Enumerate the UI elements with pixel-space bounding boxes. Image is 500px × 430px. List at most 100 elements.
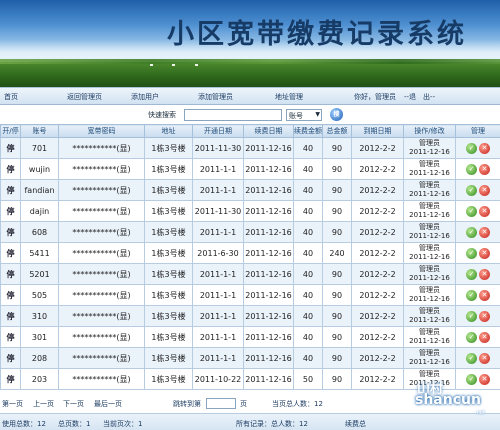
pager-first-link[interactable]: 第一页: [2, 399, 23, 409]
status-cell[interactable]: 停: [0, 137, 21, 159]
expire-date-cell: 2012-2-2: [351, 221, 404, 243]
edit-icon[interactable]: ✓: [466, 226, 477, 238]
open-date-cell: 2011-1-1: [192, 158, 244, 180]
operator-date: 2011-12-16: [409, 337, 450, 345]
open-date-cell: 2011-1-1: [192, 179, 244, 201]
password-cell[interactable]: ***********(显): [58, 158, 145, 180]
address-cell: 1栋3号楼: [144, 305, 193, 327]
status-cell[interactable]: 停: [0, 368, 21, 390]
banner-grassland: [0, 59, 500, 87]
col-header: 续费日期: [243, 124, 294, 138]
account-cell: 310: [20, 305, 59, 327]
delete-icon[interactable]: ✕: [479, 163, 490, 175]
renew-date-cell: 2011-12-16: [243, 347, 294, 369]
status-cell[interactable]: 停: [0, 179, 21, 201]
delete-icon[interactable]: ✕: [479, 226, 490, 238]
status-cell[interactable]: 停: [0, 200, 21, 222]
pager-prev-link[interactable]: 上一页: [33, 399, 54, 409]
status-cell[interactable]: 停: [0, 347, 21, 369]
renew-date-cell: 2011-12-16: [243, 305, 294, 327]
password-cell[interactable]: ***********(显): [58, 200, 145, 222]
delete-icon[interactable]: ✕: [479, 289, 490, 301]
renew-amount-cell: 40: [293, 158, 323, 180]
edit-icon[interactable]: ✓: [466, 310, 477, 322]
delete-icon[interactable]: ✕: [479, 352, 490, 364]
edit-icon[interactable]: ✓: [466, 142, 477, 154]
password-cell[interactable]: ***********(显): [58, 284, 145, 306]
renew-date-cell: 2011-12-16: [243, 137, 294, 159]
delete-icon[interactable]: ✕: [479, 331, 490, 343]
nav-home-link[interactable]: 首页: [4, 92, 18, 102]
col-header: 开/停: [0, 124, 21, 138]
pager-last-link[interactable]: 最后一页: [94, 399, 122, 409]
nav-greeting: 你好，管理员: [354, 93, 396, 101]
nav-add-user-link[interactable]: 添加用户: [131, 92, 159, 102]
edit-icon[interactable]: ✓: [466, 163, 477, 175]
nav-logout-link[interactable]: --退 出--: [404, 92, 435, 102]
expire-date-cell: 2012-2-2: [351, 179, 404, 201]
status-cell[interactable]: 停: [0, 158, 21, 180]
operator-date: 2011-12-16: [409, 316, 450, 324]
edit-icon[interactable]: ✓: [466, 247, 477, 259]
account-cell: fandian: [20, 179, 59, 201]
password-cell[interactable]: ***********(显): [58, 263, 145, 285]
account-cell: 301: [20, 326, 59, 348]
password-cell[interactable]: ***********(显): [58, 179, 145, 201]
edit-icon[interactable]: ✓: [466, 205, 477, 217]
manage-cell: ✓ ✕: [455, 200, 500, 222]
renew-amount-cell: 40: [293, 305, 323, 327]
password-cell[interactable]: ***********(显): [58, 137, 145, 159]
nav-add-admin-link[interactable]: 添加管理员: [198, 92, 233, 102]
open-date-cell: 2011-6-30: [192, 242, 244, 264]
delete-icon[interactable]: ✕: [479, 268, 490, 280]
status-cell[interactable]: 停: [0, 284, 21, 306]
pager-jump-label: 跳转到第: [173, 400, 201, 408]
col-header: 地址: [144, 124, 193, 138]
delete-icon[interactable]: ✕: [479, 184, 490, 196]
delete-icon[interactable]: ✕: [479, 310, 490, 322]
pager-next-link[interactable]: 下一页: [63, 399, 84, 409]
search-button[interactable]: 搜: [330, 108, 343, 121]
edit-icon[interactable]: ✓: [466, 184, 477, 196]
delete-icon[interactable]: ✕: [479, 205, 490, 217]
expire-date-cell: 2012-2-2: [351, 305, 404, 327]
nav-back-admin-link[interactable]: 返回管理页: [67, 92, 102, 102]
edit-icon[interactable]: ✓: [466, 268, 477, 280]
banner-sheep: [150, 64, 153, 66]
manage-cell: ✓ ✕: [455, 179, 500, 201]
status-cell[interactable]: 停: [0, 305, 21, 327]
operator-cell: 管理员 2011-12-16: [403, 137, 456, 159]
renew-amount-cell: 40: [293, 263, 323, 285]
password-cell[interactable]: ***********(显): [58, 221, 145, 243]
edit-icon[interactable]: ✓: [466, 331, 477, 343]
status-cell[interactable]: 停: [0, 221, 21, 243]
total-amount-cell: 90: [322, 305, 352, 327]
search-field-select[interactable]: 账号 ▼: [286, 109, 322, 121]
renew-amount-cell: 50: [293, 368, 323, 390]
edit-icon[interactable]: ✓: [466, 289, 477, 301]
operator-name: 管理员: [419, 307, 440, 315]
password-cell[interactable]: ***********(显): [58, 326, 145, 348]
nav-address-manage-link[interactable]: 地址管理: [275, 92, 303, 102]
operator-name: 管理员: [419, 244, 440, 252]
delete-icon[interactable]: ✕: [479, 247, 490, 259]
table-header-row: 开/停 账号 宽带密码 地址 开通日期 续费日期 续费金额 总金额 到期日期 操…: [0, 124, 500, 138]
open-date-cell: 2011-1-1: [192, 326, 244, 348]
search-input[interactable]: [184, 109, 282, 121]
operator-date: 2011-12-16: [409, 169, 450, 177]
password-cell[interactable]: ***********(显): [58, 368, 145, 390]
renew-date-cell: 2011-12-16: [243, 158, 294, 180]
status-cell[interactable]: 停: [0, 263, 21, 285]
table-row: 停 5201 ***********(显) 1栋3号楼 2011-1-1 2011-12-…: [0, 263, 500, 285]
password-cell[interactable]: ***********(显): [58, 242, 145, 264]
password-cell[interactable]: ***********(显): [58, 305, 145, 327]
operator-cell: 管理员 2011-12-16: [403, 242, 456, 264]
pager-jump-input[interactable]: [206, 398, 236, 409]
delete-icon[interactable]: ✕: [479, 142, 490, 154]
status-cell[interactable]: 停: [0, 242, 21, 264]
edit-icon[interactable]: ✓: [466, 352, 477, 364]
password-cell[interactable]: ***********(显): [58, 347, 145, 369]
status-cell[interactable]: 停: [0, 326, 21, 348]
col-header: 总金额: [322, 124, 352, 138]
operator-date: 2011-12-16: [409, 190, 450, 198]
